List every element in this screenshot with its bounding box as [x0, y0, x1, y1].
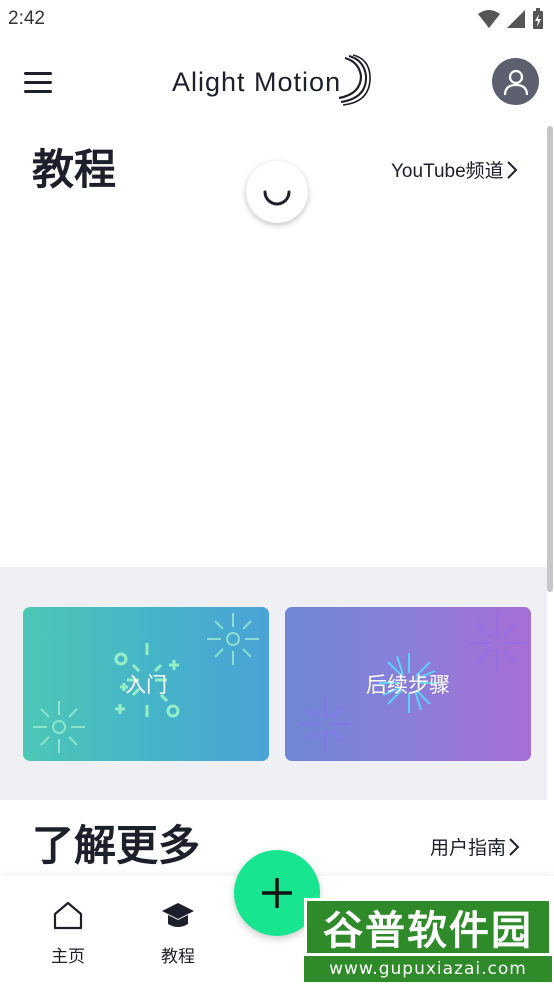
- spinner-icon: [263, 190, 291, 206]
- user-guide-link[interactable]: 用户指南: [430, 833, 520, 860]
- user-icon: [503, 69, 528, 95]
- logo-text: Alight Motion: [172, 66, 342, 97]
- next-steps-label: 后续步骤: [366, 673, 450, 697]
- youtube-channel-link[interactable]: YouTube频道: [391, 156, 518, 183]
- getting-started-card[interactable]: 入门: [23, 607, 269, 761]
- menu-button[interactable]: [18, 62, 60, 102]
- nav-item-home[interactable]: 主页: [18, 876, 118, 986]
- home-icon: [53, 901, 83, 930]
- battery-icon: [533, 8, 543, 29]
- status-time: 2:42: [8, 8, 45, 29]
- chevron-right-icon: [509, 837, 520, 856]
- graduation-cap-icon: [162, 903, 194, 927]
- youtube-channel-label: YouTube频道: [391, 161, 504, 182]
- user-guide-label: 用户指南: [430, 838, 507, 859]
- watermark-title: 谷普软件园: [323, 908, 533, 954]
- status-icons: [478, 8, 544, 30]
- watermark: 谷普软件园 www.gupuxiazai.com: [304, 898, 552, 982]
- loading-spinner: [246, 161, 308, 223]
- logo-swoosh-icon: [338, 54, 371, 106]
- chevron-right-icon: [506, 160, 518, 179]
- profile-button[interactable]: [492, 58, 539, 105]
- signal-icon: [507, 10, 525, 28]
- nav-label-home: 主页: [51, 947, 85, 967]
- scrollbar[interactable]: [547, 126, 553, 592]
- app-header: Alight Motion: [0, 38, 554, 126]
- tutorials-title: 教程: [32, 145, 117, 194]
- plus-icon: [262, 878, 292, 908]
- nav-label-tutorials: 教程: [161, 947, 195, 967]
- menu-icon: [24, 71, 52, 75]
- learn-more-title: 了解更多: [32, 821, 201, 870]
- nav-item-tutorials[interactable]: 教程: [128, 876, 228, 986]
- getting-started-label: 入门: [125, 673, 167, 697]
- status-bar: 2:42: [0, 0, 554, 38]
- watermark-url: www.gupuxiazai.com: [329, 959, 527, 979]
- wifi-icon: [478, 10, 500, 28]
- next-steps-card[interactable]: 后续步骤: [285, 607, 531, 761]
- app-logo: Alight Motion: [172, 54, 371, 110]
